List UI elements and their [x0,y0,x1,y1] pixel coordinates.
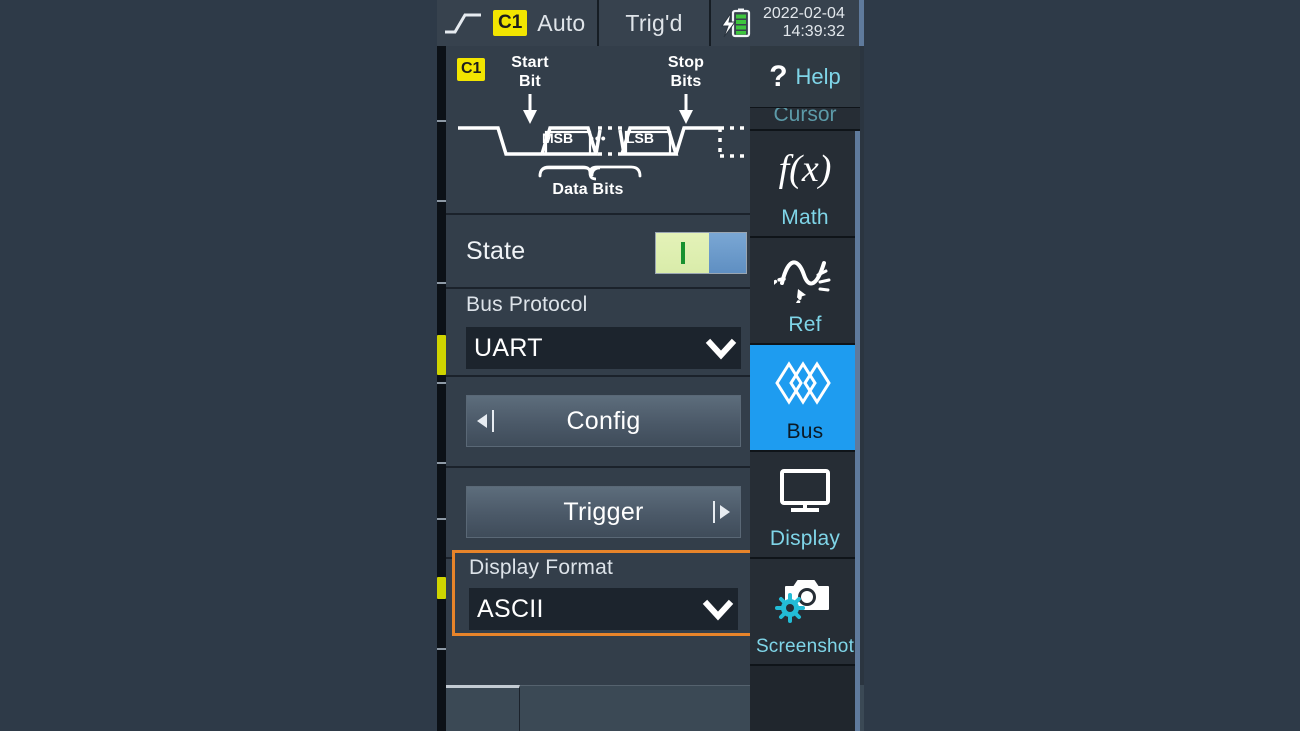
rail-tick [437,200,446,202]
sidebar-item-screenshot[interactable]: Screenshot [750,559,860,666]
sidebar-item-bus[interactable]: Bus [750,345,860,452]
sidebar-item-display[interactable]: Display [750,452,860,559]
state-toggle-on-half[interactable] [656,233,710,273]
help-button[interactable]: ? Help [750,46,860,108]
channel-rail [437,46,452,685]
sidebar-item-math[interactable]: f(x) Math [750,131,860,238]
panel-bottom-filler [446,638,759,685]
pipe-divider [713,501,715,523]
acquisition-mode-label: Auto [537,9,586,36]
display-format-select[interactable]: ASCII [469,588,738,630]
chevron-down-icon [705,338,737,360]
rail-tick [437,518,446,520]
display-format-value: ASCII [477,594,544,623]
camera-gear-icon [750,559,860,636]
config-button[interactable]: Config [466,395,741,447]
channel-badge-c1: C1 [493,10,528,36]
data-bits-ellipsis: ••• [589,130,607,146]
sidebar-item-label: Ref [788,313,822,336]
fx-icon: f(x) [750,131,860,206]
rail-tick [437,382,446,384]
rail-tick [437,120,446,122]
date-label: 2022-02-04 [763,5,845,23]
reference-waveform-icon [750,238,860,313]
trigger-state-cell[interactable]: Trig'd [599,0,709,46]
question-mark-icon: ? [769,59,788,93]
side-menu-items: f(x) Math Ref Bus Display Screenshot [750,131,860,666]
display-format-label: Display Format [469,556,613,579]
display-format-block[interactable]: Display Format ASCII [452,550,759,636]
rising-edge-icon [445,13,481,34]
sidebar-item-label: Screenshot [755,636,855,657]
trigger-forward-arrow [713,501,730,523]
sidebar-item-label: Bus [786,420,824,443]
triangle-left-icon [477,414,487,428]
sidebar-item-ref[interactable]: Ref [750,238,860,345]
rail-tick [437,462,446,464]
sidebar-item-label: Math [781,206,829,229]
battery-charging-icon [721,8,751,38]
config-block: Config [446,377,759,466]
trigger-button-label: Trigger [563,497,644,526]
rail-tick [437,282,446,284]
screen-root: C1 Auto Trig'd 2022-02-04 14:39:32 C1 St… [0,0,1300,731]
uart-frame-diagram: C1 Start Bit Stop Bits MSB ••• LSB Data … [446,46,759,213]
trigger-block: Trigger [446,468,759,557]
bus-eye-icon [750,345,860,420]
sidebar-item-label: Display [769,527,841,550]
bus-settings-panel: C1 Start Bit Stop Bits MSB ••• LSB Data … [446,46,759,685]
trigger-button[interactable]: Trigger [466,486,741,538]
state-on-glyph [680,242,685,264]
monitor-icon [750,452,860,527]
bottom-tile-center[interactable] [520,685,750,731]
bottom-tile-left[interactable] [446,685,520,731]
pipe-divider [492,410,494,432]
msb-label: MSB [542,130,574,146]
config-button-label: Config [566,406,641,435]
bus-protocol-select[interactable]: UART [466,327,741,369]
state-toggle-off-half[interactable] [709,233,746,273]
state-toggle[interactable] [655,232,747,274]
triangle-right-icon [720,505,730,519]
lsb-label: LSB [626,130,654,146]
state-label: State [466,237,526,265]
status-bar: C1 Auto Trig'd 2022-02-04 14:39:32 [437,0,864,46]
statusbar-right-edge [859,0,864,46]
help-label: Help [795,63,841,89]
channel-marker-c1[interactable] [437,335,446,375]
bus-protocol-block: Bus Protocol UART [446,289,759,375]
sidemenu-right-edge [855,46,860,731]
side-menu: f(x) Math Ref Bus Display Screenshot [750,46,860,731]
channel-marker-secondary[interactable] [437,577,446,599]
bus-protocol-label: Bus Protocol [466,293,588,316]
chevron-down-icon [702,599,734,621]
svg-text:f(x): f(x) [779,148,832,190]
config-back-arrow [477,410,494,432]
data-bits-caption: Data Bits [552,181,624,198]
bottom-rail-segment [437,685,446,731]
rail-tick [437,648,446,650]
state-row: State [446,215,759,287]
time-label: 14:39:32 [782,23,845,40]
trigger-status-cell[interactable]: C1 Auto [437,0,597,46]
power-and-time-cell[interactable]: 2022-02-04 14:39:32 [711,0,864,46]
trigger-state-label: Trig'd [625,9,683,36]
bus-protocol-value: UART [474,333,543,362]
datetime-display: 2022-02-04 14:39:32 [763,5,845,41]
